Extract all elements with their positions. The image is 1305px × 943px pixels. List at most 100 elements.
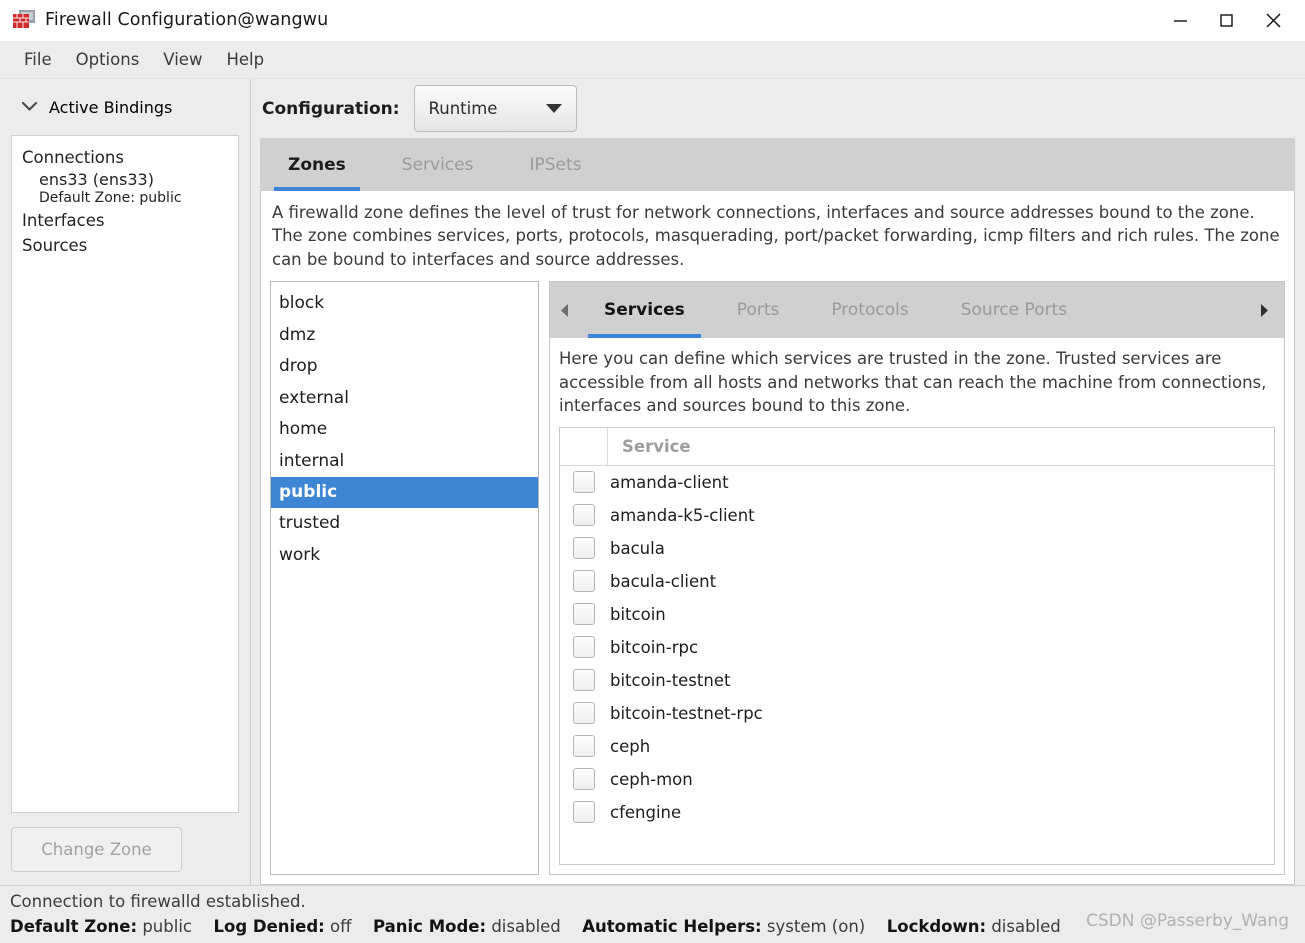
- zone-item-trusted[interactable]: trusted: [271, 508, 538, 539]
- configuration-select[interactable]: Runtime: [413, 85, 577, 132]
- tab-scroll-left-icon[interactable]: [550, 303, 578, 318]
- zone-item-block[interactable]: block: [271, 288, 538, 319]
- change-zone-button[interactable]: Change Zone: [11, 826, 182, 872]
- table-row[interactable]: ceph: [560, 730, 1274, 763]
- zone-item-public[interactable]: public: [271, 476, 538, 509]
- inner-tab-ports[interactable]: Ports: [711, 282, 806, 338]
- service-checkbox-cell[interactable]: [560, 702, 608, 725]
- bindings-list: Connections ens33 (ens33) Default Zone: …: [11, 135, 239, 813]
- firewall-icon: [13, 10, 35, 30]
- sidebar-footer: Change Zone: [0, 813, 239, 885]
- zone-item-drop[interactable]: drop: [271, 351, 538, 382]
- menu-view[interactable]: View: [151, 47, 214, 72]
- table-row[interactable]: bitcoin-rpc: [560, 631, 1274, 664]
- checkbox-icon[interactable]: [573, 669, 595, 692]
- table-row[interactable]: amanda-k5-client: [560, 499, 1274, 532]
- zone-list[interactable]: block dmz drop external home internal pu…: [270, 281, 539, 875]
- status-message: Connection to firewalld established.: [10, 892, 306, 911]
- service-checkbox-cell[interactable]: [560, 735, 608, 758]
- tab-services[interactable]: Services: [374, 138, 502, 191]
- close-button[interactable]: [1249, 0, 1305, 41]
- checkbox-icon[interactable]: [573, 603, 595, 626]
- inner-tab-services[interactable]: Services: [578, 282, 711, 339]
- checkbox-icon[interactable]: [573, 735, 595, 758]
- table-row[interactable]: bitcoin: [560, 598, 1274, 631]
- window-title: Firewall Configuration@wangwu: [45, 10, 329, 30]
- status-label-automatic-helpers: Automatic Helpers:: [582, 917, 762, 936]
- checkbox-icon[interactable]: [573, 768, 595, 791]
- tab-scroll-right-icon[interactable]: [1244, 303, 1284, 318]
- main-tabstrip: Zones Services IPSets: [260, 138, 1295, 191]
- checkbox-icon[interactable]: [573, 702, 595, 725]
- services-checkbox-column-header: [560, 427, 608, 466]
- table-row[interactable]: cfengine: [560, 796, 1274, 829]
- status-label-default-zone: Default Zone:: [10, 917, 138, 936]
- status-fields: Default Zone: public Log Denied: off Pan…: [10, 917, 1305, 936]
- connection-default-zone: Default Zone: public: [39, 190, 182, 206]
- checkbox-icon[interactable]: [573, 636, 595, 659]
- zone-detail-notebook: Services Ports Protocols Source Ports He…: [549, 281, 1285, 875]
- menu-file[interactable]: File: [12, 47, 64, 72]
- status-value-automatic-helpers: system (on): [766, 917, 866, 936]
- service-checkbox-cell[interactable]: [560, 471, 608, 494]
- services-tab-panel: Here you can define which services are t…: [550, 338, 1284, 874]
- zone-item-internal[interactable]: internal: [271, 446, 538, 477]
- table-row[interactable]: bacula: [560, 532, 1274, 565]
- service-checkbox-cell[interactable]: [560, 570, 608, 593]
- service-name: amanda-client: [610, 472, 729, 492]
- minimize-button[interactable]: [1157, 0, 1203, 41]
- connection-name: ens33 (ens33): [39, 170, 154, 189]
- table-row[interactable]: bitcoin-testnet-rpc: [560, 697, 1274, 730]
- menu-help[interactable]: Help: [214, 47, 276, 72]
- bindings-sources-group[interactable]: Sources: [12, 233, 238, 258]
- checkbox-icon[interactable]: [573, 570, 595, 593]
- service-name: amanda-k5-client: [610, 505, 755, 525]
- service-checkbox-cell[interactable]: [560, 537, 608, 560]
- menu-bar: File Options View Help: [0, 41, 1305, 79]
- chevron-down-icon: [545, 104, 562, 113]
- maximize-button[interactable]: [1203, 0, 1249, 41]
- inner-tab-protocols[interactable]: Protocols: [805, 282, 934, 338]
- status-label-log-denied: Log Denied:: [213, 917, 325, 936]
- status-label-lockdown: Lockdown:: [886, 917, 987, 936]
- service-name: cfengine: [610, 802, 682, 822]
- service-name: bitcoin-rpc: [610, 637, 699, 657]
- bindings-interfaces-group[interactable]: Interfaces: [12, 208, 238, 233]
- checkbox-icon[interactable]: [573, 471, 595, 494]
- services-table-header: Service: [560, 427, 1274, 466]
- table-row[interactable]: ceph-mon: [560, 763, 1274, 796]
- zone-item-home[interactable]: home: [271, 414, 538, 445]
- service-name: ceph: [610, 736, 651, 756]
- checkbox-icon[interactable]: [573, 537, 595, 560]
- zone-item-work[interactable]: work: [271, 540, 538, 571]
- tab-ipsets[interactable]: IPSets: [501, 138, 609, 191]
- bindings-connections-group[interactable]: Connections: [12, 145, 238, 170]
- service-checkbox-cell[interactable]: [560, 504, 608, 527]
- service-checkbox-cell[interactable]: [560, 801, 608, 824]
- service-checkbox-cell[interactable]: [560, 603, 608, 626]
- title-bar: Firewall Configuration@wangwu: [0, 0, 1305, 41]
- status-value-log-denied: off: [330, 917, 352, 936]
- menu-options[interactable]: Options: [64, 47, 152, 72]
- service-checkbox-cell[interactable]: [560, 768, 608, 791]
- tab-zones[interactable]: Zones: [260, 138, 374, 191]
- active-bindings-header[interactable]: Active Bindings: [0, 79, 239, 135]
- services-description: Here you can define which services are t…: [559, 349, 1267, 416]
- service-checkbox-cell[interactable]: [560, 636, 608, 659]
- main-notebook: Zones Services IPSets A firewalld zone d…: [260, 138, 1295, 885]
- checkbox-icon[interactable]: [573, 801, 595, 824]
- bindings-connection-item[interactable]: ens33 (ens33) Default Zone: public: [12, 170, 238, 208]
- configuration-row: Configuration: Runtime: [260, 79, 1295, 138]
- table-row[interactable]: amanda-client: [560, 466, 1274, 499]
- services-table-body[interactable]: amanda-client amanda-k5-client bacula ba…: [560, 466, 1274, 864]
- table-row[interactable]: bacula-client: [560, 565, 1274, 598]
- configuration-selected-value: Runtime: [428, 99, 498, 118]
- active-bindings-label: Active Bindings: [49, 97, 173, 117]
- service-checkbox-cell[interactable]: [560, 669, 608, 692]
- service-name: bitcoin-testnet-rpc: [610, 703, 763, 723]
- zone-item-dmz[interactable]: dmz: [271, 320, 538, 351]
- zone-item-external[interactable]: external: [271, 383, 538, 414]
- checkbox-icon[interactable]: [573, 504, 595, 527]
- table-row[interactable]: bitcoin-testnet: [560, 664, 1274, 697]
- inner-tab-source-ports[interactable]: Source Ports: [935, 282, 1093, 338]
